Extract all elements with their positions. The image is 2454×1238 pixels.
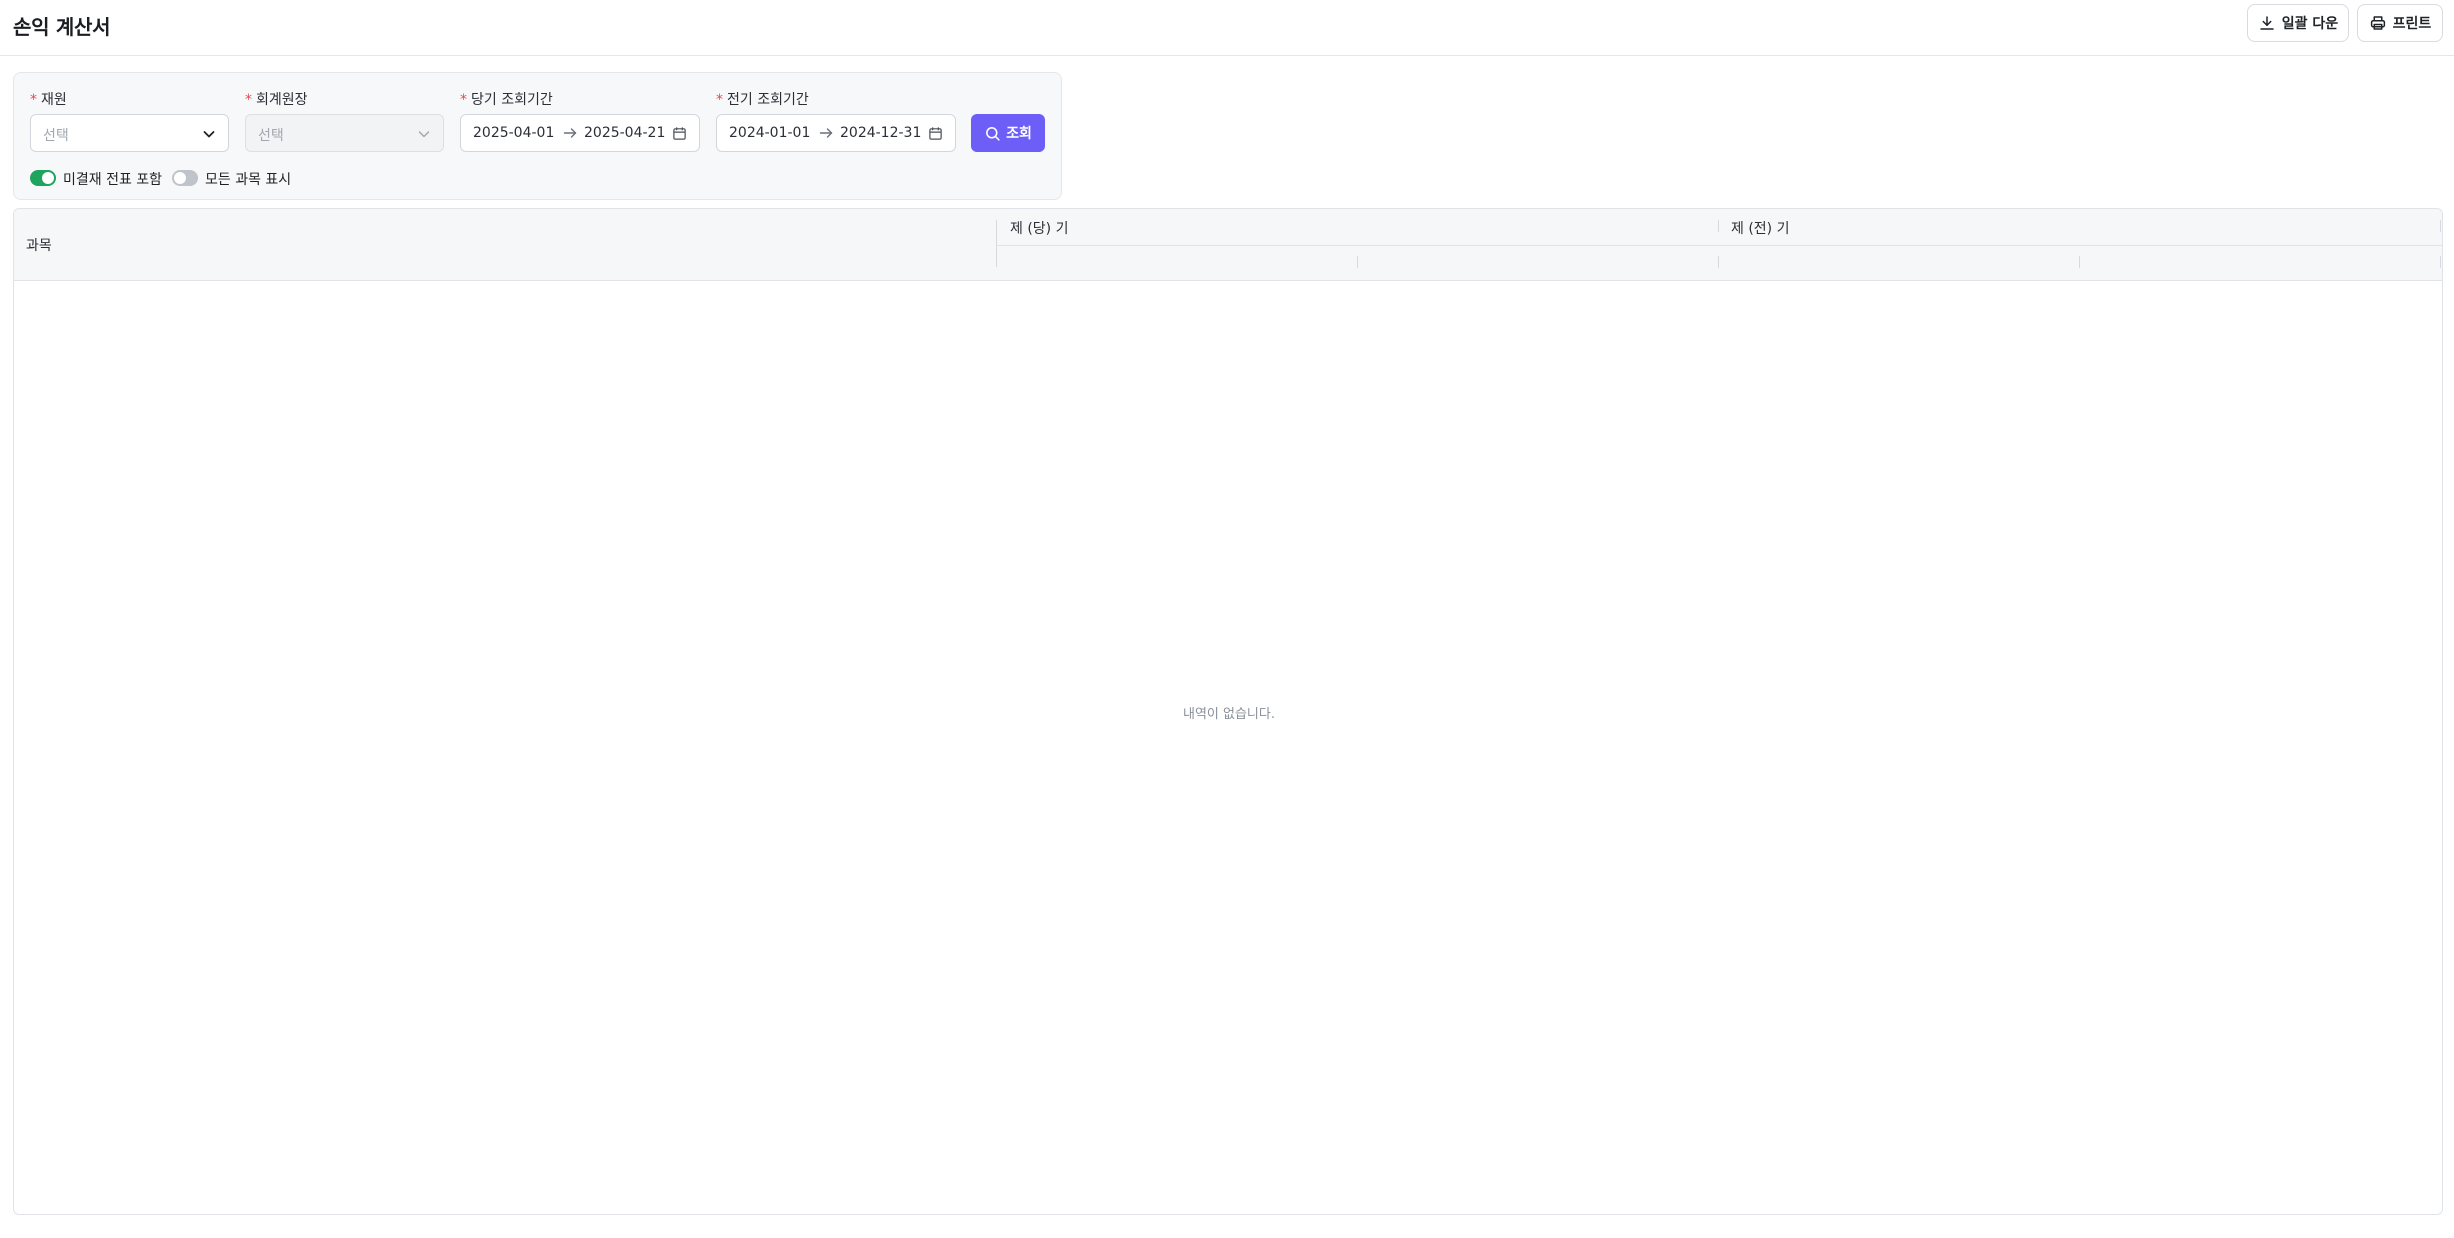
bulk-download-label: 일괄 다운 xyxy=(2281,16,2339,32)
required-mark: * xyxy=(716,92,723,108)
toggle-knob xyxy=(42,172,54,184)
calendar-icon xyxy=(929,127,942,140)
required-mark: * xyxy=(30,92,37,108)
chevron-down-icon xyxy=(203,131,215,138)
current-period-end[interactable]: 2025-04-21 xyxy=(584,125,665,141)
bulk-download-button[interactable]: 일괄 다운 xyxy=(2247,4,2349,42)
required-mark: * xyxy=(245,92,252,108)
empty-state-message: 내역이 없습니다. xyxy=(1183,707,1275,722)
column-divider[interactable] xyxy=(996,220,997,267)
show-all-accounts-toggle[interactable] xyxy=(172,170,198,186)
table-header: 과목 제 (당) 기 제 (전) 기 xyxy=(14,209,2442,281)
arrow-right-icon xyxy=(819,128,833,138)
column-divider[interactable] xyxy=(1718,220,1719,232)
toggle-knob xyxy=(174,172,186,184)
search-button-label: 조회 xyxy=(1006,126,1032,142)
previous-period-label: * 전기 조회기간 xyxy=(716,92,809,108)
print-button[interactable]: 프린트 xyxy=(2357,4,2443,42)
ledger-select[interactable]: 선택 xyxy=(245,114,444,152)
header-subrow-divider xyxy=(997,245,2442,246)
page-title: 손익 계산서 xyxy=(13,15,111,39)
include-unapproved-label: 미결재 전표 포함 xyxy=(63,172,163,188)
column-header-previous-period[interactable]: 제 (전) 기 xyxy=(1731,218,1789,238)
column-header-account[interactable]: 과목 xyxy=(26,235,52,255)
ledger-select-placeholder: 선택 xyxy=(258,128,284,144)
current-period-range-picker[interactable]: 2025-04-01 2025-04-21 xyxy=(460,114,700,152)
income-statement-table: 과목 제 (당) 기 제 (전) 기 내역이 없습니다. xyxy=(13,208,2443,1215)
previous-period-end[interactable]: 2024-12-31 xyxy=(840,125,921,141)
download-icon xyxy=(2260,16,2274,30)
ledger-field-label: * 회계원장 xyxy=(245,92,308,108)
search-button[interactable]: 조회 xyxy=(971,114,1045,152)
resource-select[interactable]: 선택 xyxy=(30,114,229,152)
chevron-down-icon xyxy=(418,131,430,138)
required-mark: * xyxy=(460,92,467,108)
column-divider[interactable] xyxy=(1357,256,1358,268)
print-label: 프린트 xyxy=(2392,16,2432,32)
current-period-start[interactable]: 2025-04-01 xyxy=(473,125,554,141)
calendar-icon xyxy=(673,127,686,140)
top-bar: 손익 계산서 일괄 다운 프린트 xyxy=(0,0,2454,56)
column-divider[interactable] xyxy=(2079,256,2080,268)
arrow-right-icon xyxy=(563,128,577,138)
show-all-accounts-label: 모든 과목 표시 xyxy=(205,172,292,188)
previous-period-start[interactable]: 2024-01-01 xyxy=(729,125,810,141)
include-unapproved-toggle[interactable] xyxy=(30,170,56,186)
current-period-label: * 당기 조회기간 xyxy=(460,92,553,108)
search-icon xyxy=(986,126,1000,141)
resource-field-label: * 재원 xyxy=(30,92,67,108)
previous-period-range-picker[interactable]: 2024-01-01 2024-12-31 xyxy=(716,114,956,152)
column-divider[interactable] xyxy=(2440,256,2441,268)
filter-panel: * 재원 선택 * 회계원장 선택 * 당기 조회기간 2025-04-01 2025… xyxy=(13,72,1062,200)
printer-icon xyxy=(2370,16,2385,30)
resource-select-placeholder: 선택 xyxy=(43,128,69,144)
column-header-current-period[interactable]: 제 (당) 기 xyxy=(1010,218,1068,238)
column-divider[interactable] xyxy=(2440,220,2441,232)
column-divider[interactable] xyxy=(1718,256,1719,268)
